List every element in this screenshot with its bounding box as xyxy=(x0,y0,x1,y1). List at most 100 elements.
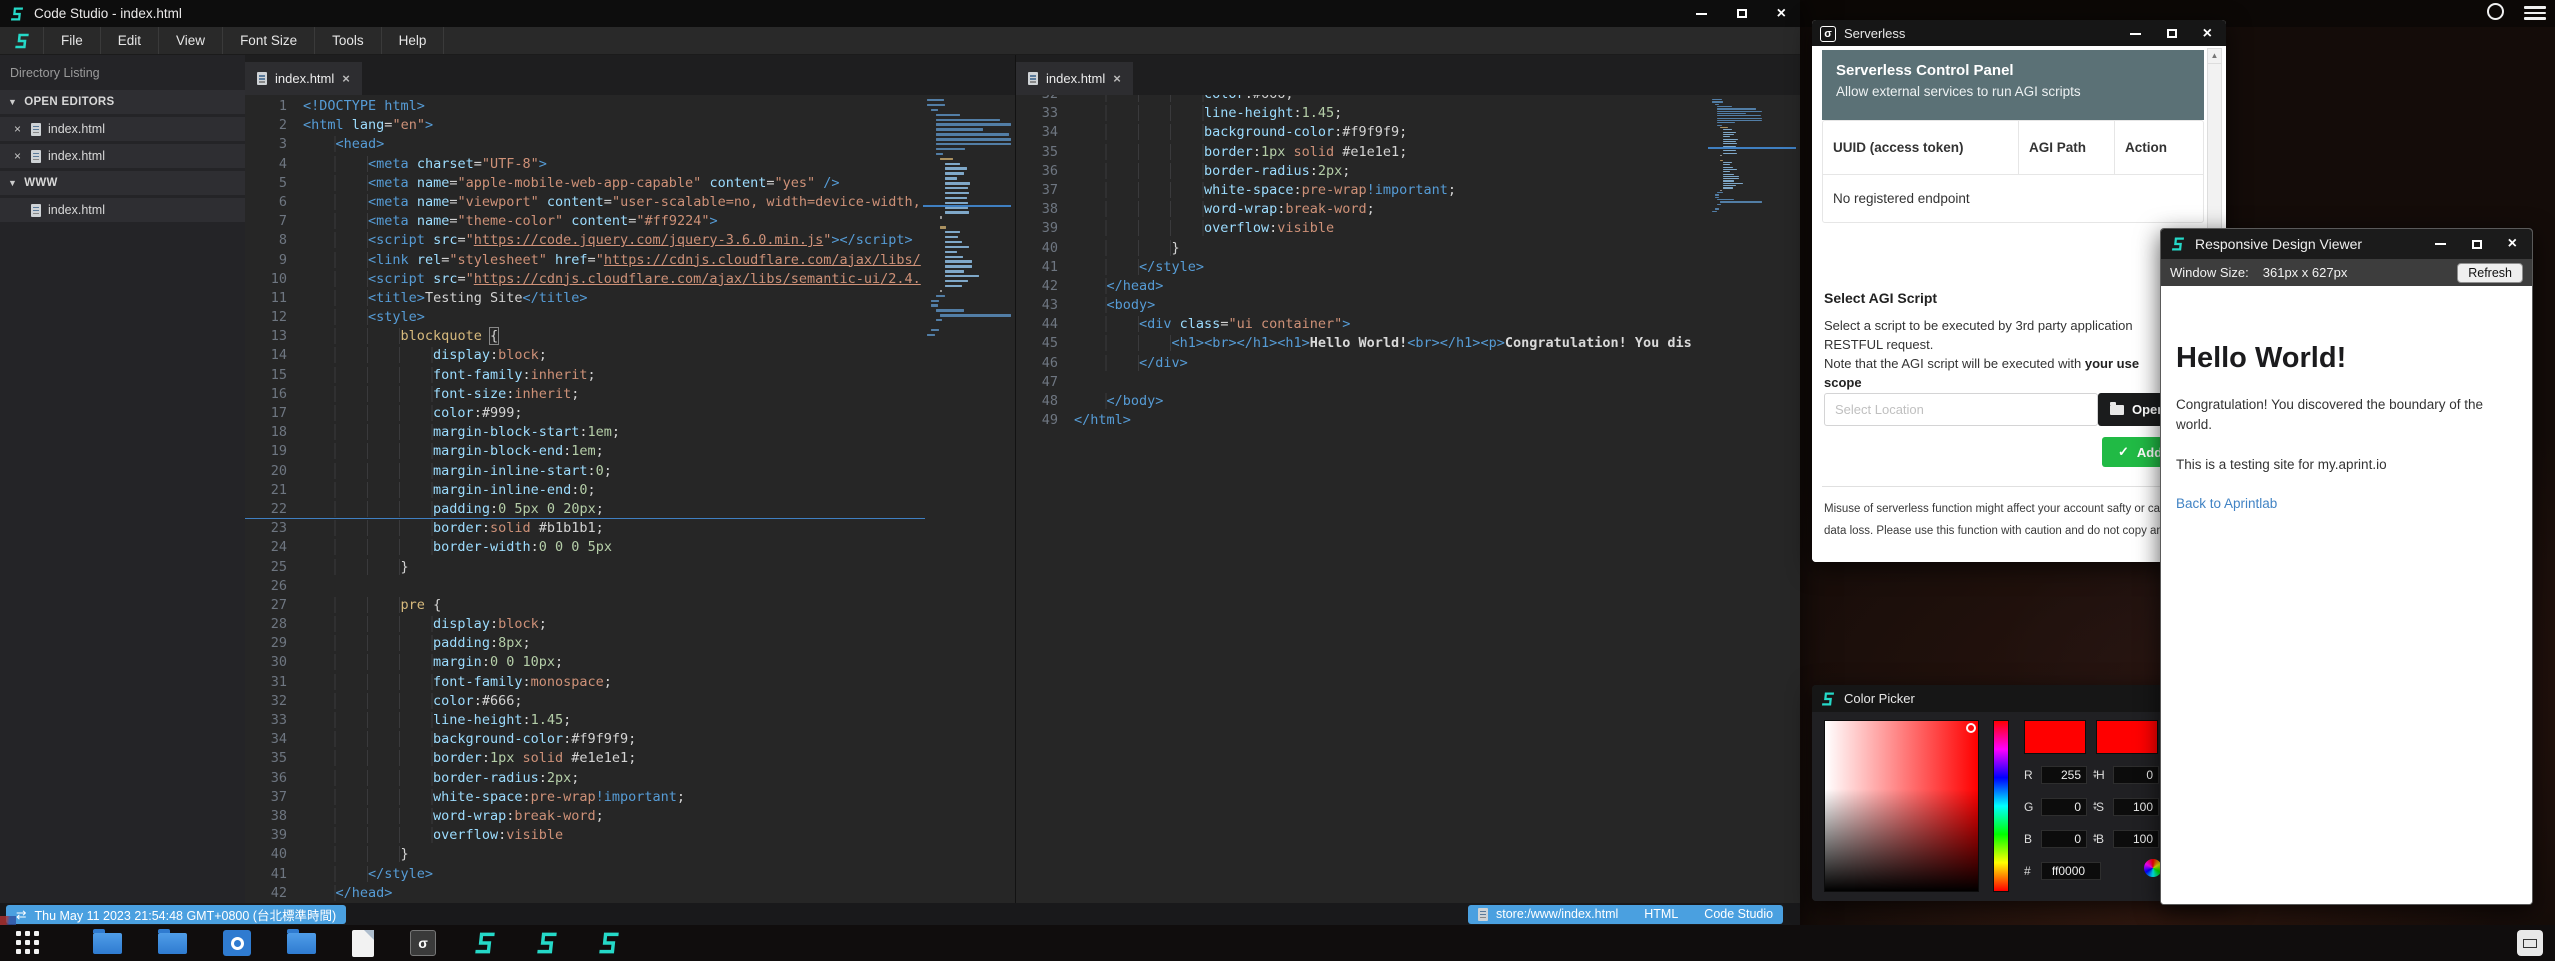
saturation-value-picker[interactable] xyxy=(1824,720,1979,892)
code-line[interactable]: 49</html> xyxy=(1016,411,1710,430)
refresh-button[interactable]: Refresh xyxy=(2457,263,2523,283)
code-line[interactable]: 38 word-wrap:break-word; xyxy=(1016,200,1710,219)
code-line[interactable]: 37 white-space:pre-wrap!important; xyxy=(1016,181,1710,200)
tab-index-html[interactable]: index.html × xyxy=(245,62,362,95)
title-bar[interactable]: Code Studio - index.html × xyxy=(0,0,1800,27)
editor-pane-1[interactable]: 1<!DOCTYPE html>2<html lang="en">3 <head… xyxy=(245,95,1015,903)
tab-close-icon[interactable]: × xyxy=(1113,71,1121,86)
code-line[interactable]: 35 border:1px solid #e1e1e1; xyxy=(1016,143,1710,162)
menu-file[interactable]: File xyxy=(44,27,101,54)
code-line[interactable]: 35 border:1px solid #e1e1e1; xyxy=(245,749,925,768)
value-field[interactable]: 0 xyxy=(2113,766,2159,784)
code-line[interactable]: 32 color:#666; xyxy=(245,692,925,711)
tab-index-html[interactable]: index.html × xyxy=(1016,62,1133,95)
code-line[interactable]: 38 word-wrap:break-word; xyxy=(245,807,925,826)
menu-tools[interactable]: Tools xyxy=(315,27,382,54)
menu-edit[interactable]: Edit xyxy=(101,27,159,54)
code-line[interactable]: 16 font-size:inherit; xyxy=(245,385,925,404)
code-line[interactable]: 9 <link rel="stylesheet" href="https://c… xyxy=(245,251,925,270)
value-field[interactable]: 255 xyxy=(2041,766,2087,784)
value-field[interactable]: 100 xyxy=(2113,798,2159,816)
taskbar-document-icon[interactable] xyxy=(352,930,374,957)
code-line[interactable]: 39 overflow:visible xyxy=(245,826,925,845)
editor-pane-2[interactable]: 32 color:#666;33 line-height:1.45;34 bac… xyxy=(1016,95,1800,903)
code-line[interactable]: 36 border-radius:2px; xyxy=(245,769,925,788)
close-icon[interactable]: × xyxy=(2508,236,2517,252)
code-line[interactable]: 15 font-family:inherit; xyxy=(245,366,925,385)
serverless-title-bar[interactable]: σ Serverless × xyxy=(1812,20,2226,47)
code-line[interactable]: 37 white-space:pre-wrap!important; xyxy=(245,788,925,807)
keyboard-tray-icon[interactable] xyxy=(2517,930,2543,956)
loading-ring-icon[interactable] xyxy=(2487,3,2504,20)
minimize-icon[interactable] xyxy=(2435,243,2446,245)
scroll-up-icon[interactable]: ▲ xyxy=(2208,49,2221,64)
code-line[interactable]: 8 <script src="https://code.jquery.com/j… xyxy=(245,231,925,250)
sidebar-section-open-editors[interactable]: ▼OPEN EDITORS xyxy=(0,90,245,114)
value-field[interactable]: 0 xyxy=(2041,830,2087,848)
datetime-status-chip[interactable]: ⇄ Thu May 11 2023 21:54:48 GMT+0800 (台北標… xyxy=(6,905,346,924)
code-line[interactable]: 33 line-height:1.45; xyxy=(245,711,925,730)
code-line[interactable]: 39 overflow:visible xyxy=(1016,219,1710,238)
close-icon[interactable]: × xyxy=(1777,6,1786,22)
value-field[interactable]: 0 xyxy=(2041,798,2087,816)
maximize-icon[interactable] xyxy=(2472,240,2482,249)
code-line[interactable]: 4 <meta charset="UTF-8"> xyxy=(245,155,925,174)
minimap[interactable] xyxy=(1712,99,1792,213)
code-line[interactable]: 23 border:solid #b1b1b1; xyxy=(245,519,925,538)
sidebar-item-index.html[interactable]: index.html xyxy=(0,198,245,222)
code-line[interactable]: 45 <h1><br></h1><h1>Hello World!<br></h1… xyxy=(1016,334,1710,353)
menu-font-size[interactable]: Font Size xyxy=(223,27,315,54)
code-line[interactable]: 36 border-radius:2px; xyxy=(1016,162,1710,181)
code-line[interactable]: 3 <head> xyxy=(245,135,925,154)
tab-close-icon[interactable]: × xyxy=(342,71,350,86)
code-line[interactable]: 41 </style> xyxy=(245,865,925,884)
sidebar-item-index.html[interactable]: ×index.html xyxy=(0,117,245,141)
value-field[interactable]: 100 xyxy=(2113,830,2159,848)
close-icon[interactable]: × xyxy=(2203,26,2212,42)
code-line[interactable]: 2<html lang="en"> xyxy=(245,116,925,135)
taskbar-folder-icon-2[interactable] xyxy=(158,933,187,954)
code-line[interactable]: 14 display:block; xyxy=(245,346,925,365)
minimap[interactable] xyxy=(927,99,1007,339)
code-line[interactable]: 44 <div class="ui container"> xyxy=(1016,315,1710,334)
code-line[interactable]: 13 blockquote { xyxy=(245,327,925,346)
code-line[interactable]: 18 margin-block-start:1em; xyxy=(245,423,925,442)
sidebar-section-www[interactable]: ▼WWW xyxy=(0,171,245,195)
code-line[interactable]: 42 </head> xyxy=(245,884,925,903)
code-line[interactable]: 20 margin-inline-start:0; xyxy=(245,462,925,481)
code-line[interactable]: 1<!DOCTYPE html> xyxy=(245,97,925,116)
taskbar-code-studio-icon-2[interactable] xyxy=(534,930,560,956)
minimize-icon[interactable] xyxy=(2130,33,2141,35)
code-line[interactable]: 10 <script src="https://cdnjs.cloudflare… xyxy=(245,270,925,289)
code-line[interactable]: 17 color:#999; xyxy=(245,404,925,423)
code-line[interactable]: 42 </head> xyxy=(1016,277,1710,296)
menu-help[interactable]: Help xyxy=(382,27,445,54)
code-line[interactable]: 22 padding:0 5px 0 20px; xyxy=(245,500,925,519)
code-line[interactable]: 41 </style> xyxy=(1016,258,1710,277)
code-line[interactable]: 46 </div> xyxy=(1016,354,1710,373)
hamburger-menu-icon[interactable] xyxy=(2524,6,2546,23)
color-selector-ring[interactable] xyxy=(1966,723,1976,733)
code-line[interactable]: 43 <body> xyxy=(1016,296,1710,315)
code-line[interactable]: 47 xyxy=(1016,373,1710,392)
taskbar-folder-icon-1[interactable] xyxy=(93,933,122,954)
code-line[interactable]: 40 } xyxy=(1016,239,1710,258)
code-line[interactable]: 48 </body> xyxy=(1016,392,1710,411)
back-to-aprintlab-link[interactable]: Back to Aprintlab xyxy=(2176,496,2277,511)
code-line[interactable]: 33 line-height:1.45; xyxy=(1016,104,1710,123)
app-launcher-icon[interactable] xyxy=(13,930,43,956)
sidebar-item-index.html[interactable]: ×index.html xyxy=(0,144,245,168)
code-line[interactable]: 7 <meta name="theme-color" content="#ff9… xyxy=(245,212,925,231)
taskbar-code-studio-icon-3[interactable] xyxy=(596,930,622,956)
file-status-chip[interactable]: store:/www/index.html HTML Code Studio xyxy=(1468,905,1783,924)
code-line[interactable]: 27 pre { xyxy=(245,596,925,615)
close-icon[interactable]: × xyxy=(14,122,24,136)
minimize-icon[interactable] xyxy=(1696,13,1707,15)
maximize-icon[interactable] xyxy=(2167,29,2177,38)
code-line[interactable]: 34 background-color:#f9f9f9; xyxy=(245,730,925,749)
taskbar-code-studio-icon-1[interactable] xyxy=(472,930,498,956)
restore-icon[interactable] xyxy=(1737,9,1747,18)
code-line[interactable]: 24 border-width:0 0 0 5px xyxy=(245,538,925,557)
code-line[interactable]: 26 xyxy=(245,577,925,596)
code-line[interactable]: 19 margin-block-end:1em; xyxy=(245,442,925,461)
